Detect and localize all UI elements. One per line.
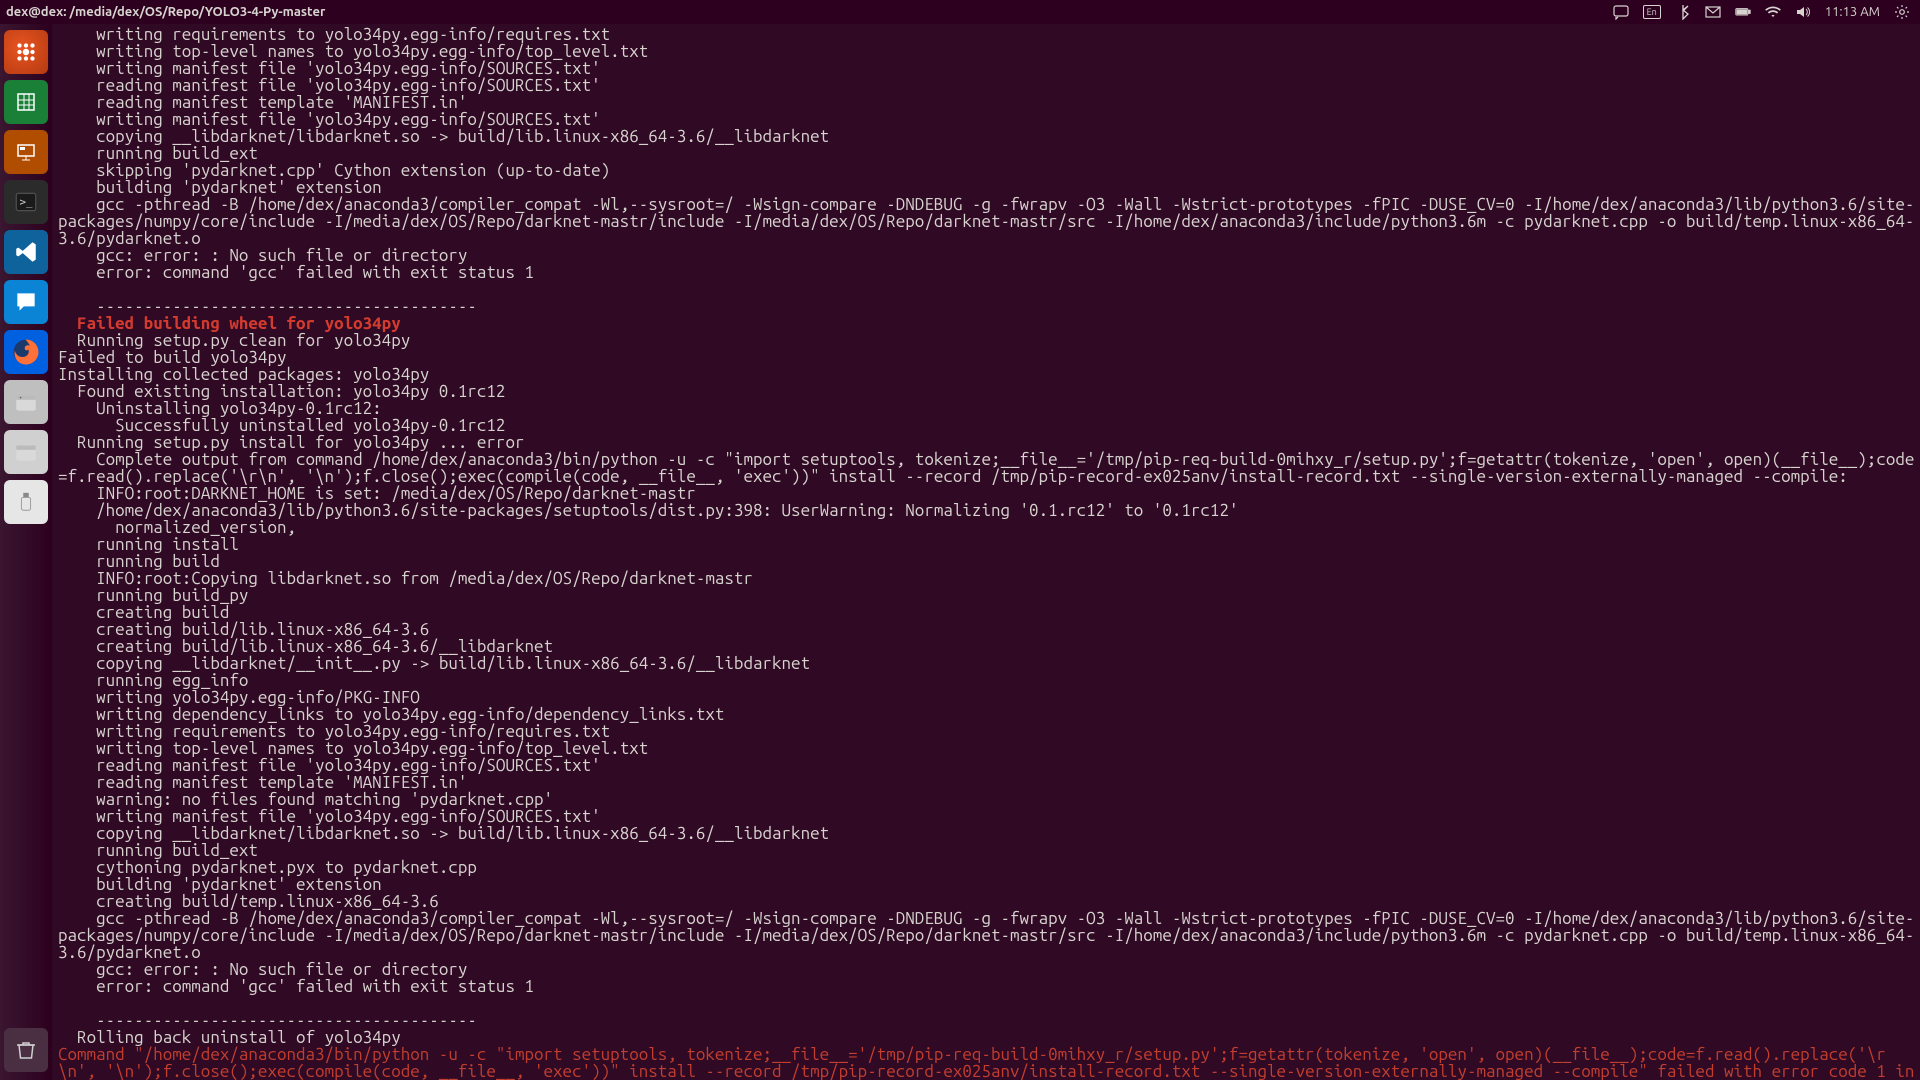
device-icon[interactable] — [4, 430, 48, 474]
libreoffice-calc-icon[interactable] — [4, 80, 48, 124]
terminal-line: copying __libdarknet/libdarknet.so -> bu… — [58, 128, 1918, 145]
firefox-icon[interactable] — [4, 330, 48, 374]
files-icon[interactable] — [4, 380, 48, 424]
terminal-line: building 'pydarknet' extension — [58, 179, 1918, 196]
terminal-line: Complete output from command /home/dex/a… — [58, 451, 1918, 485]
terminal-line: gcc -pthread -B /home/dex/anaconda3/comp… — [58, 196, 1918, 247]
dash-icon[interactable] — [4, 30, 48, 74]
top-menubar: dex@dex: /media/dex/OS/Repo/YOLO3-4-Py-m… — [0, 0, 1920, 24]
terminal-line: /home/dex/anaconda3/lib/python3.6/site-p… — [58, 502, 1918, 519]
keyboard-layout-icon[interactable]: En — [1643, 5, 1661, 19]
terminal-line: building 'pydarknet' extension — [58, 876, 1918, 893]
terminal-output[interactable]: writing requirements to yolo34py.egg-inf… — [52, 24, 1920, 1080]
terminal-line: Running setup.py install for yolo34py ..… — [58, 434, 1918, 451]
messaging-icon[interactable] — [4, 280, 48, 324]
terminal-line: writing manifest file 'yolo34py.egg-info… — [58, 111, 1918, 128]
terminal-line: Uninstalling yolo34py-0.1rc12: — [58, 400, 1918, 417]
terminal-line — [58, 995, 1918, 1012]
terminal-line: creating build/lib.linux-x86_64-3.6/__li… — [58, 638, 1918, 655]
window-title: dex@dex: /media/dex/OS/Repo/YOLO3-4-Py-m… — [0, 5, 325, 19]
terminal-line: running build_py — [58, 587, 1918, 604]
terminal-line: cythoning pydarknet.pyx to pydarknet.cpp — [58, 859, 1918, 876]
terminal-line: error: command 'gcc' failed with exit st… — [58, 978, 1918, 995]
terminal-line: Running setup.py clean for yolo34py — [58, 332, 1918, 349]
clock[interactable]: 11:13 AM — [1825, 5, 1880, 19]
system-tray: En 11:13 AM — [1613, 4, 1920, 20]
terminal-line: writing yolo34py.egg-info/PKG-INFO — [58, 689, 1918, 706]
battery-icon[interactable] — [1735, 4, 1751, 20]
terminal-line: Found existing installation: yolo34py 0.… — [58, 383, 1918, 400]
volume-icon[interactable] — [1795, 4, 1811, 20]
libreoffice-impress-icon[interactable] — [4, 130, 48, 174]
terminal-line: running build — [58, 553, 1918, 570]
terminal-line: ---------------------------------------- — [58, 298, 1918, 315]
terminal-line: normalized_version, — [58, 519, 1918, 536]
terminal-line: Failed building wheel for yolo34py — [58, 315, 1918, 332]
terminal-line — [58, 281, 1918, 298]
vscode-icon[interactable] — [4, 230, 48, 274]
terminal-line: running build_ext — [58, 145, 1918, 162]
terminal-line: error: command 'gcc' failed with exit st… — [58, 264, 1918, 281]
svg-text:>_: >_ — [20, 195, 34, 208]
terminal-line: running install — [58, 536, 1918, 553]
terminal-line: copying __libdarknet/libdarknet.so -> bu… — [58, 825, 1918, 842]
terminal-line: Installing collected packages: yolo34py — [58, 366, 1918, 383]
terminal-line: ---------------------------------------- — [58, 1012, 1918, 1029]
network-icon[interactable] — [1765, 4, 1781, 20]
terminal-line: running build_ext — [58, 842, 1918, 859]
session-gear-icon[interactable] — [1894, 4, 1910, 20]
terminal-line: warning: no files found matching 'pydark… — [58, 791, 1918, 808]
terminal-line: writing top-level names to yolo34py.egg-… — [58, 43, 1918, 60]
terminal-line: copying __libdarknet/__init__.py -> buil… — [58, 655, 1918, 672]
unity-launcher: >_ — [0, 24, 52, 1080]
usb-icon[interactable] — [4, 480, 48, 524]
terminal-line: writing top-level names to yolo34py.egg-… — [58, 740, 1918, 757]
terminal-line: Successfully uninstalled yolo34py-0.1rc1… — [58, 417, 1918, 434]
terminal-line: reading manifest file 'yolo34py.egg-info… — [58, 757, 1918, 774]
terminal-line: writing requirements to yolo34py.egg-inf… — [58, 26, 1918, 43]
terminal-line: running egg_info — [58, 672, 1918, 689]
terminal-line: creating build/temp.linux-x86_64-3.6 — [58, 893, 1918, 910]
terminal-line: INFO:root:Copying libdarknet.so from /me… — [58, 570, 1918, 587]
terminal-line: creating build — [58, 604, 1918, 621]
mail-icon[interactable] — [1705, 4, 1721, 20]
trash-icon[interactable] — [4, 1028, 48, 1072]
terminal-line: Failed to build yolo34py — [58, 349, 1918, 366]
terminal-line: reading manifest template 'MANIFEST.in' — [58, 774, 1918, 791]
terminal-line: creating build/lib.linux-x86_64-3.6 — [58, 621, 1918, 638]
terminal-line: Command "/home/dex/anaconda3/bin/python … — [58, 1046, 1918, 1080]
terminal-line: gcc -pthread -B /home/dex/anaconda3/comp… — [58, 910, 1918, 961]
messaging-menu-icon[interactable] — [1613, 4, 1629, 20]
terminal-line: reading manifest template 'MANIFEST.in' — [58, 94, 1918, 111]
terminal-line: gcc: error: : No such file or directory — [58, 961, 1918, 978]
terminal-line: writing manifest file 'yolo34py.egg-info… — [58, 808, 1918, 825]
terminal-line: skipping 'pydarknet.cpp' Cython extensio… — [58, 162, 1918, 179]
terminal-line: writing manifest file 'yolo34py.egg-info… — [58, 60, 1918, 77]
terminal-line: INFO:root:DARKNET_HOME is set: /media/de… — [58, 485, 1918, 502]
terminal-icon[interactable]: >_ — [4, 180, 48, 224]
terminal-line: writing requirements to yolo34py.egg-inf… — [58, 723, 1918, 740]
terminal-line: Rolling back uninstall of yolo34py — [58, 1029, 1918, 1046]
terminal-line: writing dependency_links to yolo34py.egg… — [58, 706, 1918, 723]
terminal-line: gcc: error: : No such file or directory — [58, 247, 1918, 264]
terminal-line: reading manifest file 'yolo34py.egg-info… — [58, 77, 1918, 94]
bluetooth-icon[interactable] — [1675, 4, 1691, 20]
